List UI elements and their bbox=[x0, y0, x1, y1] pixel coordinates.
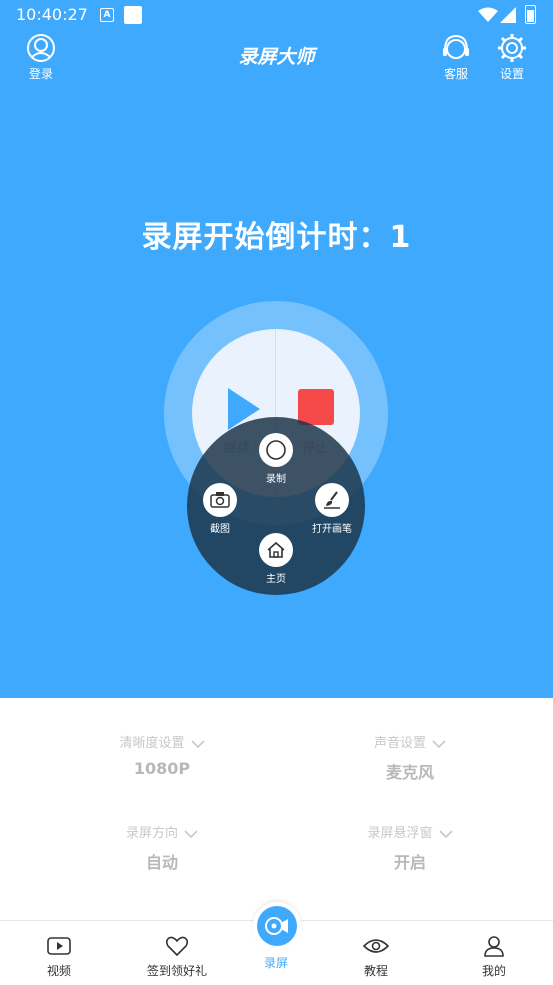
brush-icon bbox=[324, 491, 340, 509]
heart-icon bbox=[165, 936, 189, 957]
tab-video[interactable]: 视频 bbox=[9, 935, 109, 979]
floating-window-label: 录屏悬浮窗 bbox=[367, 826, 433, 841]
orientation-setting[interactable]: 录屏方向 自动 bbox=[72, 822, 252, 873]
countdown-text: 录屏开始倒计时：1 bbox=[141, 220, 412, 255]
settings-label: 设置 bbox=[499, 67, 524, 81]
battery-icon bbox=[525, 5, 536, 24]
menu-screenshot[interactable]: 截图 bbox=[197, 483, 243, 535]
tab-mine-label: 我的 bbox=[481, 964, 506, 978]
center-record-button[interactable] bbox=[253, 902, 301, 950]
a-icon: A bbox=[100, 8, 114, 22]
signal-icon bbox=[500, 7, 516, 23]
sound-label: 声音设置 bbox=[373, 736, 426, 751]
menu-screenshot-label: 截图 bbox=[210, 524, 230, 535]
settings-panel: 清晰度设置 1080P 声音设置 麦克风 录屏方向 自动 录屏悬浮窗 开启 bbox=[0, 698, 553, 920]
orientation-value: 自动 bbox=[145, 853, 178, 872]
headset-icon bbox=[443, 34, 469, 59]
floating-window-setting[interactable]: 录屏悬浮窗 开启 bbox=[320, 822, 500, 873]
stop-button[interactable] bbox=[298, 389, 334, 425]
floating-menu: 录制 截图 打开画笔 主页 bbox=[187, 417, 365, 595]
service-button[interactable]: 客服 bbox=[438, 33, 474, 82]
tab-video-label: 视频 bbox=[46, 964, 71, 978]
video-icon bbox=[47, 937, 71, 955]
chevron-down-icon bbox=[190, 739, 205, 748]
menu-record[interactable]: 录制 bbox=[253, 433, 299, 485]
camera-icon bbox=[210, 492, 230, 508]
record-circle-icon bbox=[266, 440, 286, 460]
menu-record-label: 录制 bbox=[266, 474, 286, 485]
tab-checkin-label: 签到领好礼 bbox=[146, 964, 207, 978]
record-icon bbox=[265, 917, 288, 935]
eye-icon bbox=[363, 939, 389, 953]
menu-brush[interactable]: 打开画笔 bbox=[305, 483, 359, 535]
chevron-down-icon bbox=[184, 829, 198, 838]
tab-tutorial[interactable]: 教程 bbox=[326, 935, 426, 979]
login-label: 登录 bbox=[28, 67, 53, 81]
clarity-setting[interactable]: 清晰度设置 1080P bbox=[72, 732, 252, 778]
home-icon bbox=[267, 541, 285, 558]
notification-icon bbox=[124, 6, 142, 24]
chevron-down-icon bbox=[432, 739, 446, 748]
user-icon bbox=[484, 936, 504, 957]
status-time: 10:40:27 bbox=[16, 5, 88, 24]
tab-mine[interactable]: 我的 bbox=[444, 935, 544, 979]
clarity-label: 清晰度设置 bbox=[119, 736, 185, 751]
wifi-icon bbox=[478, 7, 498, 22]
settings-button[interactable]: 设置 bbox=[494, 33, 530, 82]
service-label: 客服 bbox=[443, 67, 468, 81]
chevron-down-icon bbox=[438, 829, 453, 838]
menu-brush-label: 打开画笔 bbox=[312, 524, 352, 535]
sound-setting[interactable]: 声音设置 麦克风 bbox=[320, 732, 500, 783]
clarity-value: 1080P bbox=[133, 759, 191, 778]
floating-window-value: 开启 bbox=[393, 853, 426, 872]
menu-home-label: 主页 bbox=[266, 574, 286, 585]
status-bar: 10:40:27 A bbox=[0, 0, 553, 30]
orientation-label: 录屏方向 bbox=[125, 826, 178, 841]
sound-value: 麦克风 bbox=[385, 763, 434, 782]
tab-record[interactable]: 录屏 bbox=[226, 954, 326, 971]
tab-record-label: 录屏 bbox=[263, 956, 288, 970]
tab-checkin[interactable]: 签到领好礼 bbox=[127, 935, 227, 979]
menu-home[interactable]: 主页 bbox=[253, 533, 299, 585]
gear-icon bbox=[498, 34, 526, 62]
tab-tutorial-label: 教程 bbox=[363, 964, 388, 978]
